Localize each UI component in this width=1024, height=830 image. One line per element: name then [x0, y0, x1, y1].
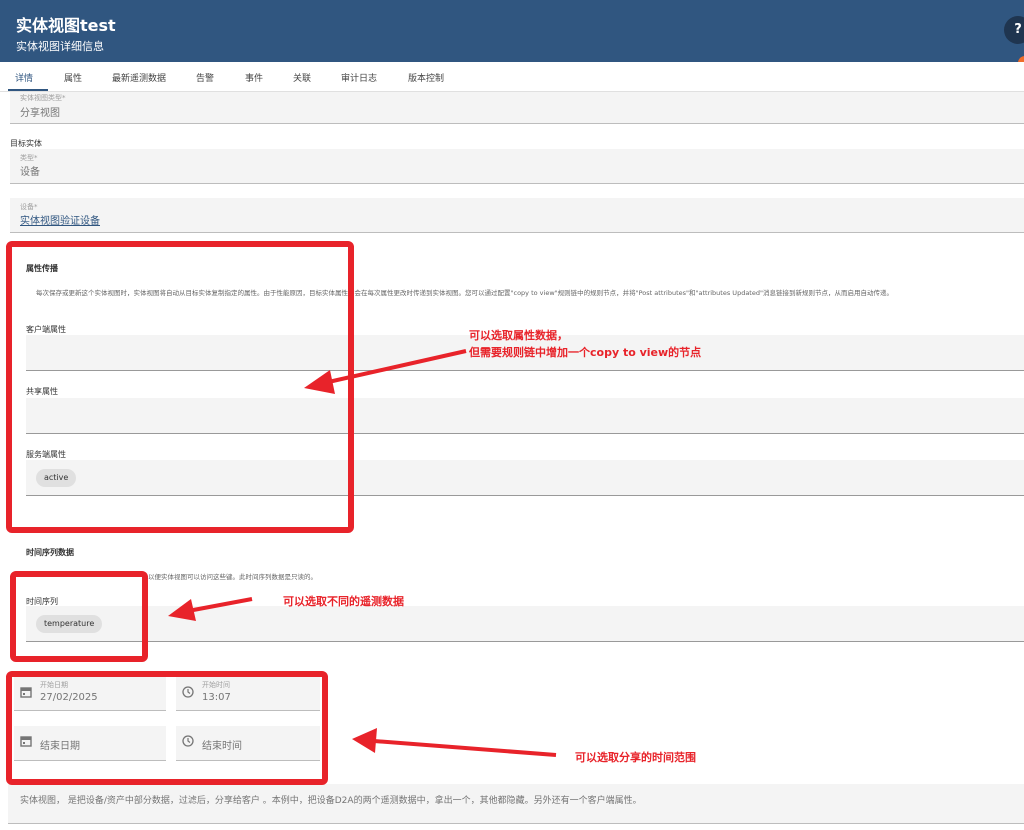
time-range-highlight-box — [6, 671, 328, 785]
attributes-highlight-box — [6, 241, 354, 533]
active-tab-indicator — [8, 89, 48, 91]
description-text: 实体视图， 是把设备/资产中部分数据，过滤后，分享给客户 。本例中，把设备D2A… — [20, 796, 642, 806]
tab-details[interactable]: 详情 — [15, 71, 33, 84]
page-title: 实体视图test — [16, 16, 116, 35]
field-value: 设备 — [20, 167, 40, 178]
arrow-to-time-range — [352, 728, 557, 757]
field-label: 设备* — [20, 203, 38, 211]
device-link[interactable]: 实体视图验证设备 — [20, 212, 100, 227]
tab-version-control[interactable]: 版本控制 — [408, 71, 444, 84]
telemetry-annotation: 可以选取不同的遥测数据 — [283, 595, 404, 608]
entity-view-type-select[interactable]: 实体视图类型* 分享视图 — [10, 92, 1024, 124]
tab-relations[interactable]: 关联 — [293, 71, 311, 84]
tab-attributes[interactable]: 属性 — [64, 71, 82, 84]
tab-events[interactable]: 事件 — [245, 71, 263, 84]
timeseries-highlight-box — [10, 571, 148, 662]
help-icon[interactable]: ? — [1004, 16, 1024, 44]
field-label: 实体视图类型* — [20, 94, 66, 102]
tab-alarms[interactable]: 告警 — [196, 71, 214, 84]
timeseries-input[interactable]: temperature — [26, 606, 1024, 642]
attributes-annotation-line2: 但需要规则链中增加一个copy to view的节点 — [469, 346, 702, 359]
time-annotation: 可以选取分享的时间范围 — [575, 751, 696, 764]
page-subtitle: 实体视图详细信息 — [16, 40, 104, 53]
entity-type-select[interactable]: 类型* 设备 — [10, 149, 1024, 184]
device-select[interactable]: 设备* 实体视图验证设备 — [10, 198, 1024, 233]
attributes-annotation-line1: 可以选取属性数据， — [469, 329, 568, 342]
description-field[interactable]: 实体视图， 是把设备/资产中部分数据，过滤后，分享给客户 。本例中，把设备D2A… — [8, 784, 1024, 824]
timeseries-section-title: 时间序列数据 — [26, 548, 74, 557]
target-entity-label: 目标实体 — [10, 139, 42, 148]
field-label: 类型* — [20, 154, 38, 162]
field-value: 分享视图 — [20, 108, 60, 119]
tab-audit-log[interactable]: 审计日志 — [341, 71, 377, 84]
tab-latest-telemetry[interactable]: 最新遥测数据 — [112, 71, 166, 84]
page-header: 实体视图test 实体视图详细信息 — [0, 0, 1024, 62]
timeseries-description: 以便实体视图可以访问这些键。此时间序列数据是只读的。 — [148, 573, 317, 581]
tab-bar: 详情 属性 最新遥测数据 告警 事件 关联 审计日志 版本控制 — [0, 62, 1024, 92]
